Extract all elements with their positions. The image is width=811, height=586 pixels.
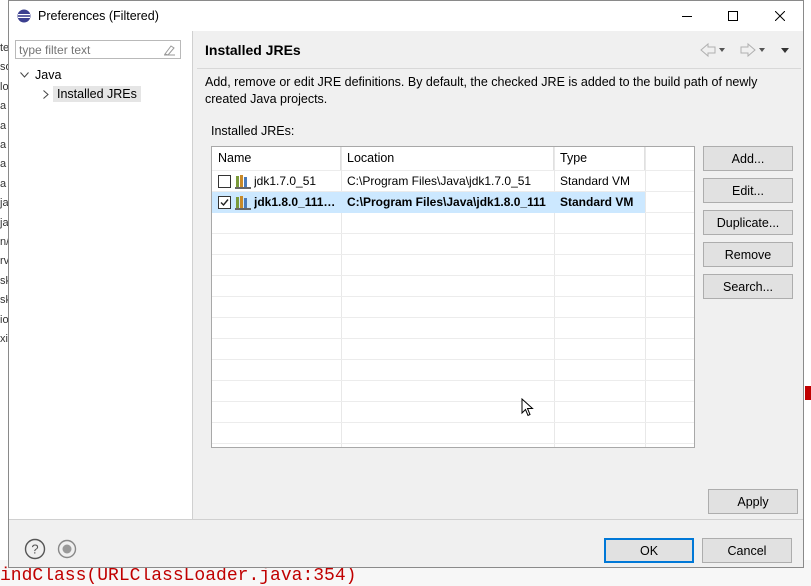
background-code-fragment: sk bbox=[0, 294, 8, 307]
filter-box bbox=[15, 40, 181, 59]
chevron-down-icon[interactable] bbox=[17, 68, 31, 82]
search-button[interactable]: Search... bbox=[703, 274, 793, 299]
console-error-line: indClass(URLClassLoader.java:354) bbox=[0, 566, 357, 586]
page-title: Installed JREs bbox=[205, 42, 301, 58]
row-gridline bbox=[212, 317, 694, 318]
column-header-type[interactable]: Type bbox=[554, 147, 645, 170]
background-code-fragment: a bbox=[0, 100, 7, 113]
page-navigation bbox=[700, 42, 789, 58]
eclipse-icon bbox=[17, 9, 31, 23]
record-preferences-icon[interactable] bbox=[57, 539, 77, 559]
background-code-fragment: sk bbox=[0, 274, 8, 287]
cancel-button[interactable]: Cancel bbox=[702, 538, 792, 563]
title-separator bbox=[197, 68, 801, 69]
row-gridline bbox=[212, 233, 694, 234]
jre-library-icon bbox=[235, 175, 251, 189]
row-gridline bbox=[212, 254, 694, 255]
installed-jres-table[interactable]: Name Location Type jdk1.7.0_51 C:\Progra… bbox=[211, 146, 695, 448]
maximize-button[interactable] bbox=[710, 1, 756, 31]
add-button[interactable]: Add... bbox=[703, 146, 793, 171]
duplicate-button[interactable]: Duplicate... bbox=[703, 210, 793, 235]
background-code-fragment: ja bbox=[0, 197, 8, 210]
background-code-fragment: xi bbox=[0, 333, 8, 345]
minimize-button[interactable] bbox=[664, 1, 710, 31]
row-gridline bbox=[212, 275, 694, 276]
minimize-icon bbox=[682, 16, 692, 17]
back-dropdown-icon[interactable] bbox=[719, 48, 725, 52]
jre-table-caption: Installed JREs: bbox=[211, 124, 295, 138]
background-code-fragment: io bbox=[0, 313, 8, 326]
cell-name: jdk1.7.0_51 bbox=[254, 174, 317, 188]
tree-item-java[interactable]: Java bbox=[17, 66, 65, 84]
table-row[interactable]: jdk1.7.0_51 C:\Program Files\Java\jdk1.7… bbox=[212, 171, 645, 192]
mouse-cursor-icon bbox=[521, 398, 534, 417]
close-icon bbox=[775, 11, 785, 21]
row-gridline bbox=[212, 338, 694, 339]
back-arrow-icon[interactable] bbox=[700, 42, 716, 58]
jre-library-icon bbox=[235, 196, 251, 210]
row-checkbox[interactable] bbox=[218, 175, 231, 188]
view-menu-icon[interactable] bbox=[781, 48, 789, 53]
background-code-fragment: ja bbox=[0, 216, 8, 229]
forward-arrow-icon[interactable] bbox=[740, 42, 756, 58]
edit-button[interactable]: Edit... bbox=[703, 178, 793, 203]
background-code-fragment: a bbox=[0, 158, 7, 171]
apply-button[interactable]: Apply bbox=[708, 489, 798, 514]
cell-location: C:\Program Files\Java\jdk1.8.0_111 bbox=[347, 195, 546, 209]
background-code-fragment: a bbox=[0, 139, 7, 151]
tree-item-label: Installed JREs bbox=[53, 86, 141, 102]
background-code-fragment: a bbox=[0, 119, 7, 132]
remove-button[interactable]: Remove bbox=[703, 242, 793, 267]
row-gridline bbox=[212, 296, 694, 297]
page-description: Add, remove or edit JRE definitions. By … bbox=[205, 75, 758, 106]
row-gridline bbox=[212, 401, 694, 402]
background-code-fragment: te bbox=[0, 42, 8, 54]
clear-filter-icon[interactable] bbox=[162, 43, 176, 57]
row-gridline bbox=[212, 443, 694, 444]
column-header-location[interactable]: Location bbox=[341, 147, 554, 170]
maximize-icon bbox=[728, 11, 738, 21]
background-code-fragment: rv bbox=[0, 255, 8, 268]
chevron-right-icon[interactable] bbox=[39, 87, 53, 101]
tree-item-label: Java bbox=[35, 68, 62, 82]
help-icon[interactable]: ? bbox=[24, 538, 46, 560]
close-button[interactable] bbox=[757, 1, 803, 31]
column-header-name[interactable]: Name bbox=[212, 147, 341, 170]
background-code-fragment: n/ bbox=[0, 236, 8, 248]
row-gridline bbox=[212, 380, 694, 381]
column-divider bbox=[645, 147, 646, 447]
footer-separator bbox=[9, 519, 803, 520]
checkmark-icon bbox=[220, 199, 229, 207]
cell-location: C:\Program Files\Java\jdk1.7.0_51 bbox=[347, 174, 532, 188]
background-code-fragment: a bbox=[0, 177, 7, 190]
table-row-selected[interactable]: jdk1.8.0_111 (default) C:\Program Files\… bbox=[212, 192, 645, 213]
forward-dropdown-icon[interactable] bbox=[759, 48, 765, 52]
cell-type: Standard VM bbox=[560, 195, 634, 209]
ok-button[interactable]: OK bbox=[604, 538, 694, 563]
cell-name: jdk1.8.0_111 (default) bbox=[254, 195, 338, 209]
background-editor-left: tesoloaaaaajajan/rvskskioxi bbox=[0, 0, 8, 586]
row-checkbox-checked[interactable] bbox=[218, 196, 231, 209]
preferences-dialog: Preferences (Filtered) Java bbox=[8, 0, 804, 568]
background-code-fragment: lo bbox=[0, 80, 8, 93]
row-gridline bbox=[212, 359, 694, 360]
svg-text:?: ? bbox=[31, 542, 38, 557]
background-error-marker bbox=[805, 386, 811, 400]
filter-input[interactable] bbox=[19, 42, 159, 57]
background-code-fragment: so bbox=[0, 61, 8, 74]
window-title: Preferences (Filtered) bbox=[38, 9, 159, 23]
preference-tree-pane: Java Installed JREs bbox=[9, 31, 193, 519]
title-bar: Preferences (Filtered) bbox=[9, 1, 803, 31]
cell-type: Standard VM bbox=[560, 174, 631, 188]
tree-item-installed-jres[interactable]: Installed JREs bbox=[39, 85, 141, 103]
row-gridline bbox=[212, 422, 694, 423]
